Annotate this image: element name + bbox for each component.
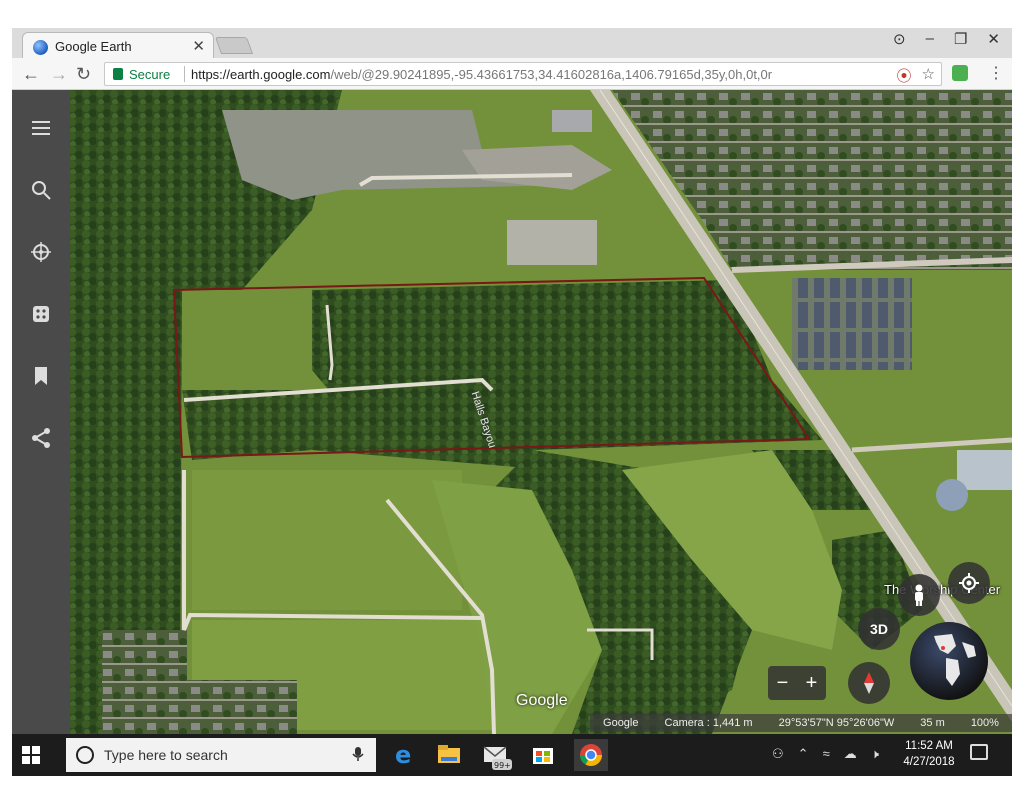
bookmark-star-icon[interactable]: ☆ xyxy=(922,65,935,86)
chrome-menu-icon[interactable]: ⋮ xyxy=(988,63,1004,83)
maximize-button[interactable]: ❐ xyxy=(954,30,967,48)
street-view-pegman-icon[interactable] xyxy=(898,574,940,616)
store-icon[interactable] xyxy=(526,739,560,771)
attribution-text: Google xyxy=(603,717,639,729)
edge-icon[interactable]: e xyxy=(386,739,420,771)
windows-start-icon[interactable] xyxy=(22,746,40,764)
zoom-controls: − + xyxy=(768,666,826,700)
window-controls: ⊙ – ❐ ✕ xyxy=(893,30,1000,48)
system-tray: ⚇ ⌃ ≈ ☁ 🕨 xyxy=(772,746,879,762)
taskbar-clock[interactable]: 11:52 AM 4/27/2018 xyxy=(898,738,960,770)
camera-altitude: Camera : 1,441 m xyxy=(664,717,753,729)
close-window-button[interactable]: ✕ xyxy=(987,30,1000,48)
clock-date: 4/27/2018 xyxy=(903,756,955,768)
google-earth-sidebar xyxy=(12,90,70,734)
elevation-readout: 35 m xyxy=(920,717,945,729)
new-tab-button[interactable] xyxy=(214,37,254,54)
feeling-lucky-icon[interactable] xyxy=(29,302,53,326)
coordinates-readout: 29°53'57"N 95°26'06"W xyxy=(778,717,895,729)
minimize-button[interactable]: – xyxy=(926,30,934,48)
imagery-zoom-readout: 100% xyxy=(970,717,999,729)
projects-icon[interactable] xyxy=(29,364,53,388)
secure-label: Secure xyxy=(129,67,171,82)
forward-button[interactable]: → xyxy=(50,64,68,85)
volume-icon[interactable]: 🕨 xyxy=(871,746,879,762)
cortana-icon xyxy=(76,746,94,764)
extension-icon[interactable] xyxy=(952,65,968,81)
url-path: /web/@29.90241895,-95.43661753,34.416028… xyxy=(330,67,773,82)
address-bar[interactable]: Secure https://earth.google.com/web/@29.… xyxy=(104,62,942,86)
url-host: https://earth.google.com xyxy=(191,67,331,82)
profile-icon[interactable]: ⊙ xyxy=(893,30,906,48)
mail-badge: 99+ xyxy=(494,761,511,770)
omnibox-divider xyxy=(184,66,185,82)
compass-icon[interactable] xyxy=(848,662,890,704)
globe-minimap-icon[interactable] xyxy=(910,622,988,700)
show-hidden-icons-chevron-icon[interactable]: ⌃ xyxy=(798,746,809,762)
address-row: ← → ↻ Secure https://earth.google.com/we… xyxy=(12,58,1012,90)
windows-taskbar: Type here to search e 99+ ⚇ ⌃ ≈ ☁ 🕨 11:5… xyxy=(12,734,1012,776)
browser-window: Google Earth ✕ ⊙ – ❐ ✕ ← → ↻ Secure http… xyxy=(12,28,1012,776)
tab-strip: Google Earth ✕ ⊙ – ❐ ✕ xyxy=(12,28,1012,60)
map-status-bar: Google Camera : 1,441 m 29°53'57"N 95°26… xyxy=(590,714,1012,732)
voyager-icon[interactable] xyxy=(29,240,53,264)
3d-toggle-button[interactable]: 3D xyxy=(858,608,900,650)
taskbar-search-placeholder: Type here to search xyxy=(104,747,228,763)
tab-title: Google Earth xyxy=(55,39,132,54)
chrome-icon[interactable] xyxy=(574,739,608,771)
google-logo: Google xyxy=(516,692,568,709)
cast-icon[interactable]: ⦿ xyxy=(897,65,912,86)
file-explorer-icon[interactable] xyxy=(432,739,466,771)
svg-text:e: e xyxy=(395,741,411,769)
omnibox-icons: ⦿ ☆ xyxy=(897,65,935,86)
mail-icon[interactable]: 99+ xyxy=(478,739,512,771)
google-earth-favicon-icon xyxy=(33,40,48,55)
onedrive-cloud-icon[interactable]: ☁ xyxy=(844,746,857,762)
tab-google-earth[interactable]: Google Earth ✕ xyxy=(22,32,214,60)
search-icon[interactable] xyxy=(29,178,53,202)
share-icon[interactable] xyxy=(29,426,53,450)
zoom-in-button[interactable]: + xyxy=(806,672,818,695)
zoom-out-button[interactable]: − xyxy=(777,672,789,695)
action-center-icon[interactable] xyxy=(970,744,988,760)
reload-button[interactable]: ↻ xyxy=(76,64,91,85)
lock-icon xyxy=(113,68,123,80)
my-location-icon[interactable] xyxy=(948,562,990,604)
clock-time: 11:52 AM xyxy=(905,740,953,752)
back-button[interactable]: ← xyxy=(22,64,40,85)
menu-icon[interactable] xyxy=(29,116,53,140)
microphone-icon[interactable] xyxy=(352,746,364,765)
tab-close-icon[interactable]: ✕ xyxy=(192,37,205,55)
network-icon[interactable]: ≈ xyxy=(823,746,830,762)
taskbar-search-box[interactable]: Type here to search xyxy=(66,738,376,772)
url-text[interactable]: https://earth.google.com/web/@29.9024189… xyxy=(191,67,772,82)
people-icon[interactable]: ⚇ xyxy=(772,746,784,762)
